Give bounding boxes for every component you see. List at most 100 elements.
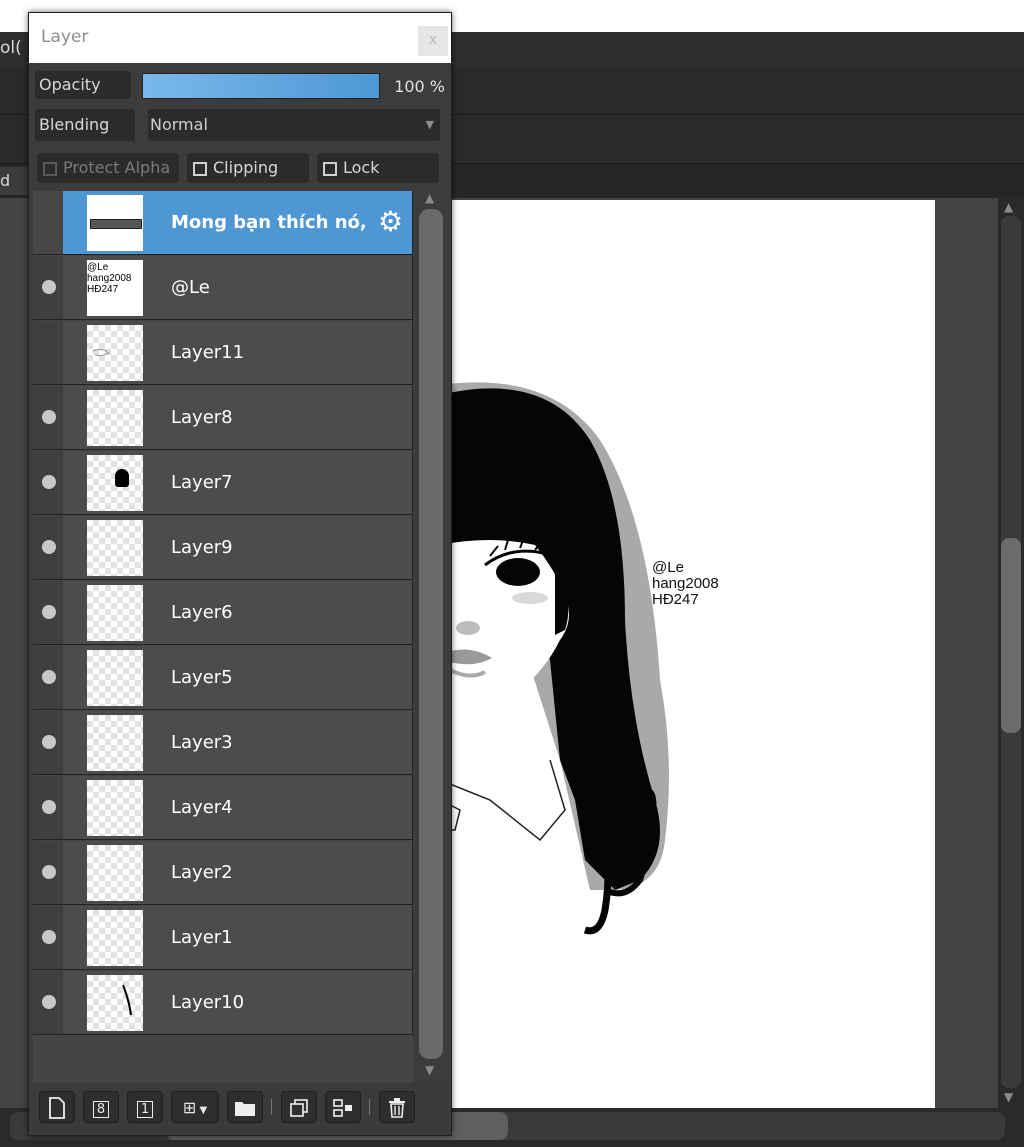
visibility-toggle[interactable] <box>33 581 63 644</box>
layer-thumbnail: @Le hang2008 HĐ247 <box>87 260 143 316</box>
duplicate-layer-button[interactable] <box>281 1091 317 1123</box>
visibility-toggle[interactable] <box>33 256 63 319</box>
layer-thumbnail <box>87 845 143 901</box>
blending-select[interactable]: Normal ▼ <box>148 109 440 141</box>
layer-thumbnail <box>87 455 143 511</box>
layer-thumbnail <box>87 325 143 381</box>
merge-icon <box>333 1099 352 1117</box>
scroll-up-icon[interactable]: ▲ <box>1004 200 1013 214</box>
blending-label: Blending <box>35 109 135 141</box>
layer-row[interactable]: Layer11 <box>33 321 413 385</box>
visibility-dot-icon <box>42 735 56 749</box>
1bit-layer-icon: 1 <box>136 1101 154 1118</box>
toolbar-divider <box>271 1099 272 1115</box>
layer-row[interactable]: @Le hang2008 HĐ247 @Le <box>33 256 413 320</box>
visibility-toggle[interactable] <box>33 971 63 1034</box>
visibility-toggle[interactable] <box>33 646 63 709</box>
new-folder-button[interactable] <box>227 1091 263 1123</box>
clipping-checkbox[interactable]: Clipping <box>187 153 309 183</box>
layer-name: Mong bạn thích nó, <box>171 212 367 233</box>
visibility-toggle[interactable] <box>33 191 63 254</box>
chevron-down-icon: ▼ <box>425 118 434 131</box>
scroll-down-icon[interactable]: ▼ <box>1004 1090 1013 1104</box>
visibility-toggle[interactable] <box>33 386 63 449</box>
gear-icon[interactable]: ⚙ <box>378 207 403 237</box>
visibility-toggle[interactable] <box>33 516 63 579</box>
layer-thumbnail <box>87 650 143 706</box>
layer-toolbar: 8 1 ⊞ ▼ <box>33 1083 447 1131</box>
duplicate-icon <box>290 1099 308 1117</box>
visibility-toggle[interactable] <box>33 451 63 514</box>
layer-panel: Layer x Opacity 100 % Blending Normal ▼ … <box>28 12 452 1136</box>
opacity-value: 100 % <box>394 77 445 96</box>
8bit-layer-icon: 8 <box>92 1101 110 1118</box>
canvas-tab[interactable]: d <box>0 167 28 195</box>
toolbar-divider <box>369 1099 370 1115</box>
layer-name: Layer3 <box>171 732 233 753</box>
visibility-toggle[interactable] <box>33 776 63 839</box>
layer-thumbnail <box>87 910 143 966</box>
chevron-down-icon: ▼ <box>196 1105 208 1116</box>
layer-thumbnail <box>87 390 143 446</box>
layer-name: Layer7 <box>171 472 233 493</box>
visibility-dot-icon <box>42 995 56 1009</box>
visibility-dot-icon <box>42 475 56 489</box>
layer-list-scrollbar[interactable]: ▲ ▼ <box>417 191 445 1083</box>
panel-titlebar[interactable]: Layer x <box>29 13 451 63</box>
scroll-down-icon[interactable]: ▼ <box>425 1063 434 1077</box>
layer-thumbnail <box>87 520 143 576</box>
visibility-toggle[interactable] <box>33 841 63 904</box>
add-layer-icon: ⊞ <box>182 1098 197 1117</box>
layer-row[interactable]: Layer1 <box>33 906 413 970</box>
layer-row[interactable]: Layer10 <box>33 971 413 1035</box>
trash-icon <box>389 1098 405 1118</box>
layer-row[interactable]: Layer9 <box>33 516 413 580</box>
layer-name: Layer6 <box>171 602 233 623</box>
add-layer-dropdown-button[interactable]: ⊞ ▼ <box>171 1091 219 1123</box>
thumbnail-text: hang2008 <box>87 273 132 284</box>
new-8bit-layer-button[interactable]: 8 <box>83 1091 119 1123</box>
tool-options-label: ol( <box>0 38 22 58</box>
visibility-toggle[interactable] <box>33 711 63 774</box>
visibility-dot-icon <box>42 800 56 814</box>
delete-layer-button[interactable] <box>379 1091 415 1123</box>
lock-label: Lock <box>343 158 380 177</box>
visibility-dot-icon <box>42 280 56 294</box>
layer-row[interactable]: Layer4 <box>33 776 413 840</box>
vscroll-thumb[interactable] <box>1001 538 1021 733</box>
layer-row[interactable]: Layer3 <box>33 711 413 775</box>
new-1bit-layer-button[interactable]: 1 <box>127 1091 163 1123</box>
close-icon[interactable]: x <box>418 26 448 56</box>
layer-list[interactable]: Mong bạn thích nó, ⚙ @Le hang2008 HĐ247 @Le La… <box>33 191 413 1083</box>
layer-name: Layer4 <box>171 797 233 818</box>
merge-layer-button[interactable] <box>325 1091 361 1123</box>
layer-thumbnail <box>87 195 143 251</box>
opacity-slider[interactable] <box>142 73 380 99</box>
layer-row[interactable]: Layer2 <box>33 841 413 905</box>
layer-name: Layer5 <box>171 667 233 688</box>
protect-alpha-checkbox[interactable]: Protect Alpha <box>37 153 179 183</box>
layer-row[interactable]: Layer8 <box>33 386 413 450</box>
canvas-watermark: @Le hang2008 HĐ247 <box>652 560 719 608</box>
layer-name: Layer9 <box>171 537 233 558</box>
layer-name: Layer10 <box>171 992 245 1013</box>
visibility-dot-icon <box>42 670 56 684</box>
layer-row[interactable]: Layer6 <box>33 581 413 645</box>
scroll-up-icon[interactable]: ▲ <box>425 191 434 205</box>
canvas-vertical-scrollbar[interactable]: ▲ ▼ <box>998 198 1024 1108</box>
lock-checkbox[interactable]: Lock <box>317 153 439 183</box>
layer-row[interactable]: Layer7 <box>33 451 413 515</box>
layer-row[interactable]: Mong bạn thích nó, ⚙ <box>33 191 413 255</box>
visibility-toggle[interactable] <box>33 321 63 384</box>
watermark-line-1: @Le <box>652 559 684 576</box>
layer-thumbnail <box>87 780 143 836</box>
layer-list-scroll-thumb[interactable] <box>419 209 443 1059</box>
new-layer-button[interactable] <box>39 1091 75 1123</box>
checkbox-icon <box>323 162 337 176</box>
layer-name: Layer2 <box>171 862 233 883</box>
visibility-dot-icon <box>42 410 56 424</box>
layer-row[interactable]: Layer5 <box>33 646 413 710</box>
visibility-dot-icon <box>42 540 56 554</box>
visibility-dot-icon <box>42 930 56 944</box>
visibility-toggle[interactable] <box>33 906 63 969</box>
